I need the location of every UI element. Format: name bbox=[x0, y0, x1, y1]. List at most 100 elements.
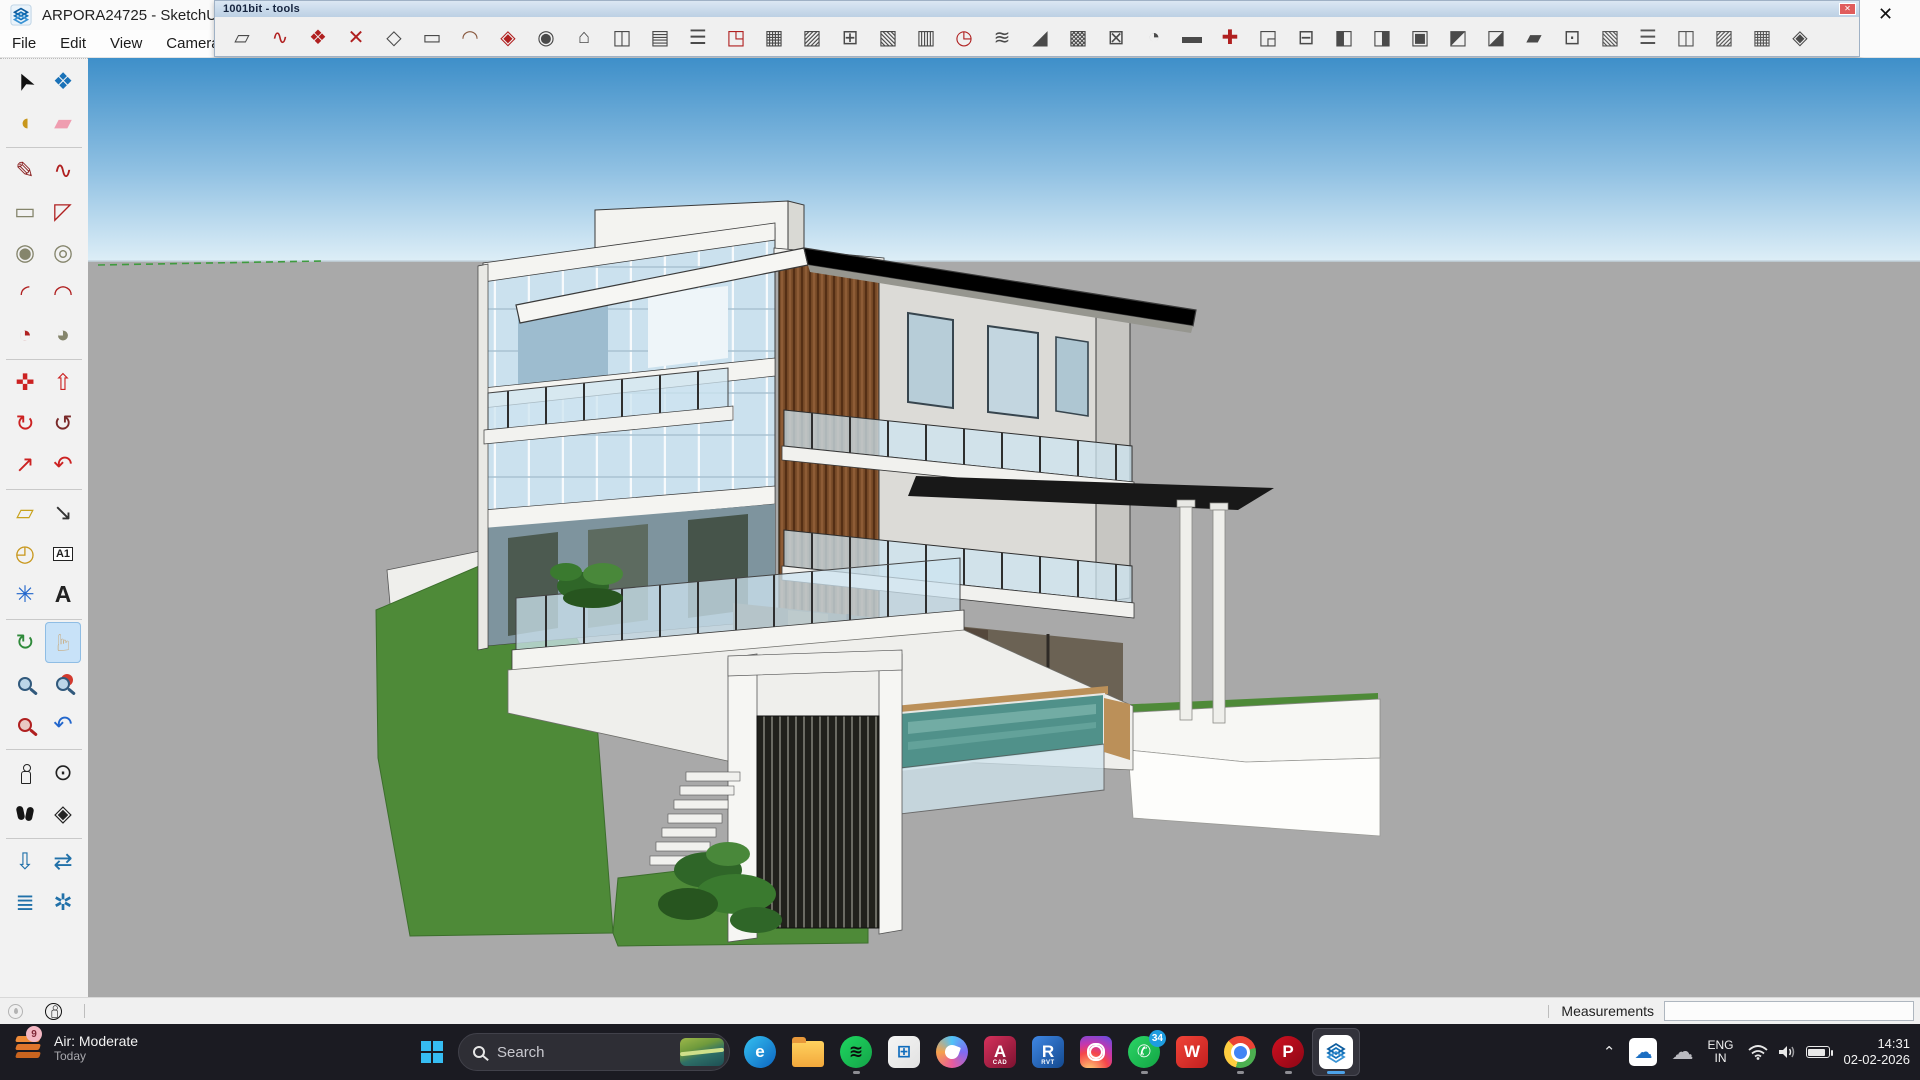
pan-tool[interactable]: ☞ bbox=[45, 622, 81, 663]
1001bit-tool-23-icon[interactable]: ▩ bbox=[1059, 22, 1097, 52]
1001bit-tool-05-icon[interactable]: ◇ bbox=[375, 22, 413, 52]
1001bit-tool-12-icon[interactable]: ▤ bbox=[641, 22, 679, 52]
eraser-tool[interactable]: ▰ bbox=[45, 102, 81, 143]
make-component-tool[interactable]: ❖ bbox=[45, 61, 81, 102]
system-tray-status[interactable] bbox=[1748, 1044, 1830, 1060]
freehand-tool[interactable]: ∿ bbox=[45, 150, 81, 191]
1001bit-tool-18-icon[interactable]: ▧ bbox=[869, 22, 907, 52]
arc-2pt-tool[interactable]: ◜ bbox=[7, 273, 43, 314]
1001bit-tool-14-icon[interactable]: ◳ bbox=[717, 22, 755, 52]
1001bit-tool-37-icon[interactable]: ▧ bbox=[1591, 22, 1629, 52]
scale-tool[interactable]: ↗ bbox=[7, 444, 43, 485]
taskbar-app-edge[interactable]: e bbox=[736, 1028, 784, 1076]
taskbar-weather-widget[interactable]: 9 Air: Moderate Today bbox=[14, 1032, 138, 1064]
tray-chevron-icon[interactable]: ⌃ bbox=[1603, 1043, 1616, 1061]
menu-view[interactable]: View bbox=[98, 32, 154, 55]
1001bit-tool-15-icon[interactable]: ▦ bbox=[755, 22, 793, 52]
arc-tool[interactable]: ◠ bbox=[45, 273, 81, 314]
1001bit-tool-26-icon[interactable]: ▬ bbox=[1173, 22, 1211, 52]
1001bit-tool-10-icon[interactable]: ⌂ bbox=[565, 22, 603, 52]
1001bit-tool-30-icon[interactable]: ◧ bbox=[1325, 22, 1363, 52]
1001bit-tool-16-icon[interactable]: ▨ bbox=[793, 22, 831, 52]
zoom-tool[interactable] bbox=[7, 663, 43, 704]
window-close-button[interactable]: ✕ bbox=[1878, 4, 1893, 25]
previous-tool[interactable]: ↶ bbox=[45, 704, 81, 745]
taskbar-app-chrome[interactable] bbox=[1216, 1028, 1264, 1076]
onedrive-icon[interactable]: ☁ bbox=[1629, 1038, 1657, 1066]
1001bit-tool-22-icon[interactable]: ◢ bbox=[1021, 22, 1059, 52]
1001bit-tool-09-icon[interactable]: ◉ bbox=[527, 22, 565, 52]
1001bit-tool-41-icon[interactable]: ▦ bbox=[1743, 22, 1781, 52]
1001bit-tool-27-icon[interactable]: ✚ bbox=[1211, 22, 1249, 52]
arc-3pt-tool[interactable]: ◔ bbox=[7, 314, 43, 355]
zoom-extents-tool[interactable] bbox=[7, 704, 43, 745]
model-info-icon[interactable] bbox=[45, 1003, 62, 1020]
1001bit-tool-19-icon[interactable]: ▥ bbox=[907, 22, 945, 52]
line-tool[interactable]: ✎ bbox=[7, 150, 43, 191]
1001bit-tool-31-icon[interactable]: ◨ bbox=[1363, 22, 1401, 52]
menu-file[interactable]: File bbox=[0, 32, 48, 55]
1001bit-tool-34-icon[interactable]: ◪ bbox=[1477, 22, 1515, 52]
3d-text-tool[interactable]: A bbox=[45, 574, 81, 615]
model-settings-tool[interactable]: ✲ bbox=[45, 882, 81, 923]
1001bit-tool-29-icon[interactable]: ⊟ bbox=[1287, 22, 1325, 52]
menu-edit[interactable]: Edit bbox=[48, 32, 98, 55]
geolocation-icon[interactable] bbox=[8, 1004, 23, 1019]
taskbar-app-instagram[interactable] bbox=[1072, 1028, 1120, 1076]
1001bit-tool-40-icon[interactable]: ▨ bbox=[1705, 22, 1743, 52]
1001bit-tool-42-icon[interactable]: ◈ bbox=[1781, 22, 1819, 52]
taskbar-app-copilot[interactable] bbox=[928, 1028, 976, 1076]
toolbar-1001bit-titlebar[interactable]: 1001bit - tools ✕ bbox=[215, 1, 1859, 17]
taskbar-search[interactable]: Search bbox=[458, 1033, 730, 1071]
1001bit-tool-08-icon[interactable]: ◈ bbox=[489, 22, 527, 52]
1001bit-tool-39-icon[interactable]: ◫ bbox=[1667, 22, 1705, 52]
1001bit-tool-07-icon[interactable]: ◠ bbox=[451, 22, 489, 52]
language-indicator[interactable]: ENG IN bbox=[1707, 1039, 1733, 1065]
1001bit-tool-28-icon[interactable]: ◲ bbox=[1249, 22, 1287, 52]
layers-export-tool[interactable]: ≣ bbox=[7, 882, 43, 923]
taskbar-app-file-explorer[interactable] bbox=[784, 1028, 832, 1076]
taskbar-app-autocad[interactable]: ACAD bbox=[976, 1028, 1024, 1076]
taskbar-app-sketchup[interactable] bbox=[1312, 1028, 1360, 1076]
taskbar-app-pinterest[interactable]: P bbox=[1264, 1028, 1312, 1076]
1001bit-tool-02-icon[interactable]: ∿ bbox=[261, 22, 299, 52]
look-around-tool[interactable]: ⊙ bbox=[45, 752, 81, 793]
protractor-tool[interactable]: ◴ bbox=[7, 533, 43, 574]
zoom-window-tool[interactable] bbox=[45, 663, 81, 704]
paint-bucket-tool[interactable]: ◖ bbox=[7, 102, 43, 143]
1001bit-tool-17-icon[interactable]: ⊞ bbox=[831, 22, 869, 52]
viewport-3d-model[interactable] bbox=[88, 58, 1920, 997]
tray-clock[interactable]: 14:31 02-02-2026 bbox=[1844, 1036, 1911, 1068]
rotated-rectangle-tool[interactable]: ◸ bbox=[45, 191, 81, 232]
taskbar-app-spotify[interactable]: ≋ bbox=[832, 1028, 880, 1076]
trimble-sync-tool[interactable]: ⇄ bbox=[45, 841, 81, 882]
follow-me-tool[interactable]: ↺ bbox=[45, 403, 81, 444]
1001bit-tool-38-icon[interactable]: ☰ bbox=[1629, 22, 1667, 52]
1001bit-tool-32-icon[interactable]: ▣ bbox=[1401, 22, 1439, 52]
taskbar-app-wps-office[interactable]: W bbox=[1168, 1028, 1216, 1076]
1001bit-tool-11-icon[interactable]: ◫ bbox=[603, 22, 641, 52]
1001bit-tool-33-icon[interactable]: ◩ bbox=[1439, 22, 1477, 52]
orbit-tool[interactable]: ↻ bbox=[7, 622, 43, 663]
taskbar-app-whatsapp[interactable]: ✆34 bbox=[1120, 1028, 1168, 1076]
cloud-sync-icon[interactable]: ☁ bbox=[1671, 1039, 1693, 1065]
1001bit-tool-06-icon[interactable]: ▭ bbox=[413, 22, 451, 52]
select-tool[interactable]: ➤ bbox=[7, 61, 43, 102]
1001bit-tool-13-icon[interactable]: ☰ bbox=[679, 22, 717, 52]
1001bit-tool-03-icon[interactable]: ❖ bbox=[299, 22, 337, 52]
position-camera-tool[interactable] bbox=[7, 752, 43, 793]
tape-measure-tool[interactable]: ▱ bbox=[7, 492, 43, 533]
polygon-tool[interactable]: ◎ bbox=[45, 232, 81, 273]
move-tool[interactable]: ✜ bbox=[7, 362, 43, 403]
1001bit-tool-21-icon[interactable]: ≋ bbox=[983, 22, 1021, 52]
pie-tool[interactable]: ◕ bbox=[45, 314, 81, 355]
1001bit-tool-35-icon[interactable]: ▰ bbox=[1515, 22, 1553, 52]
text-tool[interactable]: A1 bbox=[45, 533, 81, 574]
1001bit-tool-24-icon[interactable]: ⊠ bbox=[1097, 22, 1135, 52]
axes-tool[interactable]: ✳ bbox=[7, 574, 43, 615]
toolbar-close-button[interactable]: ✕ bbox=[1839, 3, 1856, 15]
1001bit-tool-25-icon[interactable]: ◔ bbox=[1135, 22, 1173, 52]
1001bit-tool-01-icon[interactable]: ▱ bbox=[223, 22, 261, 52]
1001bit-tool-20-icon[interactable]: ◷ bbox=[945, 22, 983, 52]
start-button[interactable] bbox=[412, 1030, 452, 1074]
